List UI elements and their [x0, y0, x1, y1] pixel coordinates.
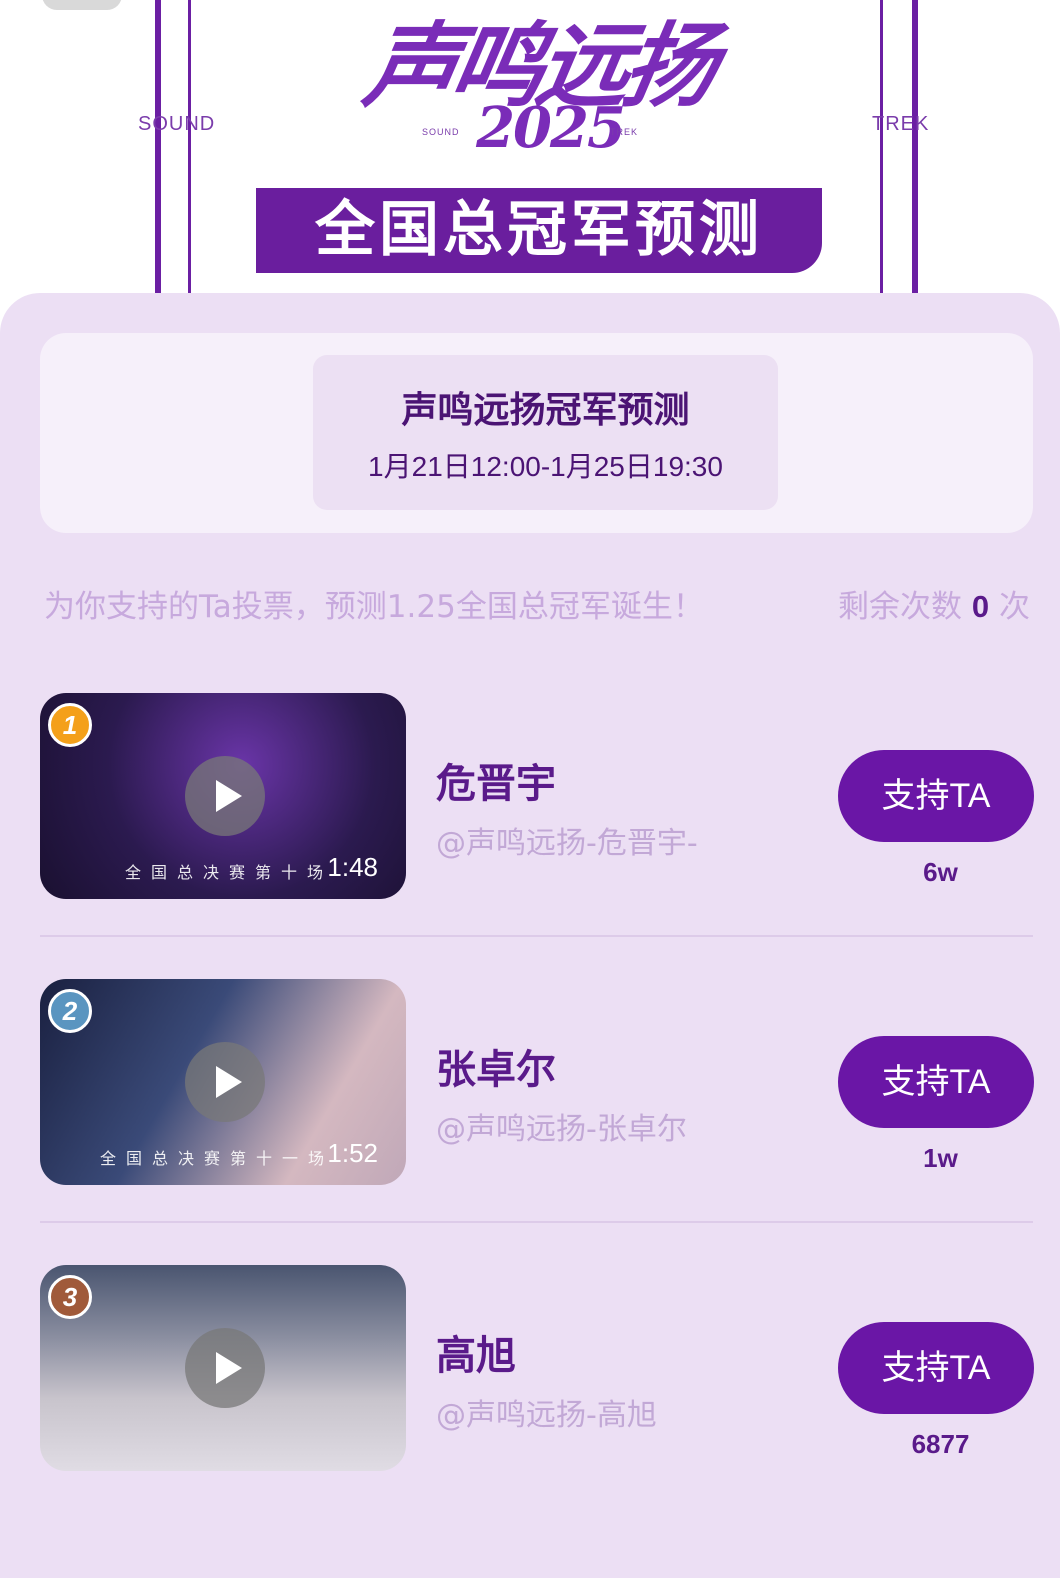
rank-badge: 1 [48, 703, 92, 747]
vote-count: 6877 [911, 1429, 970, 1459]
remaining-label: 剩余次数 [838, 589, 963, 625]
info-date: 1月21日12:00-1月25日19:30 [368, 451, 723, 482]
page: SOUND TREK 声鸣远扬 2025 SOUND TREK 全国总冠军预测 … [0, 0, 1060, 1578]
candidate-name: 危晋宇 [436, 761, 556, 807]
candidate-handle[interactable]: @声鸣远扬-张卓尔 [436, 1104, 687, 1148]
video-caption: 全国总决赛第十一场 [100, 1149, 335, 1168]
play-icon[interactable] [185, 756, 265, 836]
play-icon[interactable] [185, 1042, 265, 1122]
banner-line [155, 0, 161, 300]
side-text-left: SOUND [138, 113, 216, 135]
logo-small-right: TREK [610, 127, 639, 137]
play-icon[interactable] [185, 1328, 265, 1408]
remaining-votes: 剩余次数 0 次 [838, 581, 1030, 626]
vote-count: 6w [923, 857, 958, 887]
remaining-unit: 次 [999, 589, 1030, 625]
header-banner: SOUND TREK 声鸣远扬 2025 SOUND TREK 全国总冠军预测 [0, 0, 1060, 300]
rank-badge: 3 [48, 1275, 92, 1319]
headline-band: 全国总冠军预测 [256, 188, 822, 273]
info-title: 声鸣远扬冠军预测 [401, 390, 690, 431]
support-button[interactable]: 支持TA [838, 1036, 1034, 1128]
candidate-handle[interactable]: @声鸣远扬-危晋宇- [436, 818, 698, 862]
divider [40, 1221, 1033, 1223]
candidate-name: 张卓尔 [436, 1047, 556, 1093]
show-logo: 声鸣远扬 2025 SOUND TREK [340, 0, 740, 180]
list-item: 3 高旭 @声鸣远扬-高旭 支持TA 6877 [40, 1265, 1034, 1475]
video-thumbnail[interactable]: 1 全国总决赛第十场 1:48 [40, 693, 406, 899]
video-duration: 1:52 [327, 1138, 378, 1168]
support-button[interactable]: 支持TA [838, 1322, 1034, 1414]
banner-line [880, 0, 883, 300]
side-text-right: TREK [872, 113, 930, 135]
list-item: 1 全国总决赛第十场 1:48 危晋宇 @声鸣远扬-危晋宇- 支持TA 6w [40, 693, 1034, 903]
back-pill[interactable] [42, 0, 122, 10]
main-panel: 声鸣远扬冠军预测 1月21日12:00-1月25日19:30 为你支持的Ta投票… [0, 293, 1060, 1578]
vote-count: 1w [923, 1143, 958, 1173]
remaining-count: 0 [971, 589, 990, 624]
video-thumbnail[interactable]: 3 [40, 1265, 406, 1471]
info-card: 声鸣远扬冠军预测 1月21日12:00-1月25日19:30 [40, 333, 1033, 533]
candidate-name: 高旭 [436, 1333, 516, 1379]
support-button[interactable]: 支持TA [838, 750, 1034, 842]
video-caption: 全国总决赛第十场 [125, 863, 334, 882]
candidate-handle[interactable]: @声鸣远扬-高旭 [436, 1390, 657, 1434]
vote-hint: 为你支持的Ta投票，预测1.25全国总冠军诞生！ [44, 589, 704, 625]
banner-line [912, 0, 918, 300]
info-inner: 声鸣远扬冠军预测 1月21日12:00-1月25日19:30 [313, 355, 778, 510]
banner-line [188, 0, 191, 300]
divider [40, 935, 1033, 937]
list-item: 2 全国总决赛第十一场 1:52 张卓尔 @声鸣远扬-张卓尔 支持TA 1w [40, 979, 1034, 1189]
logo-small-left: SOUND [422, 127, 460, 137]
rank-badge: 2 [48, 989, 92, 1033]
video-duration: 1:48 [327, 852, 378, 882]
video-thumbnail[interactable]: 2 全国总决赛第十一场 1:52 [40, 979, 406, 1185]
